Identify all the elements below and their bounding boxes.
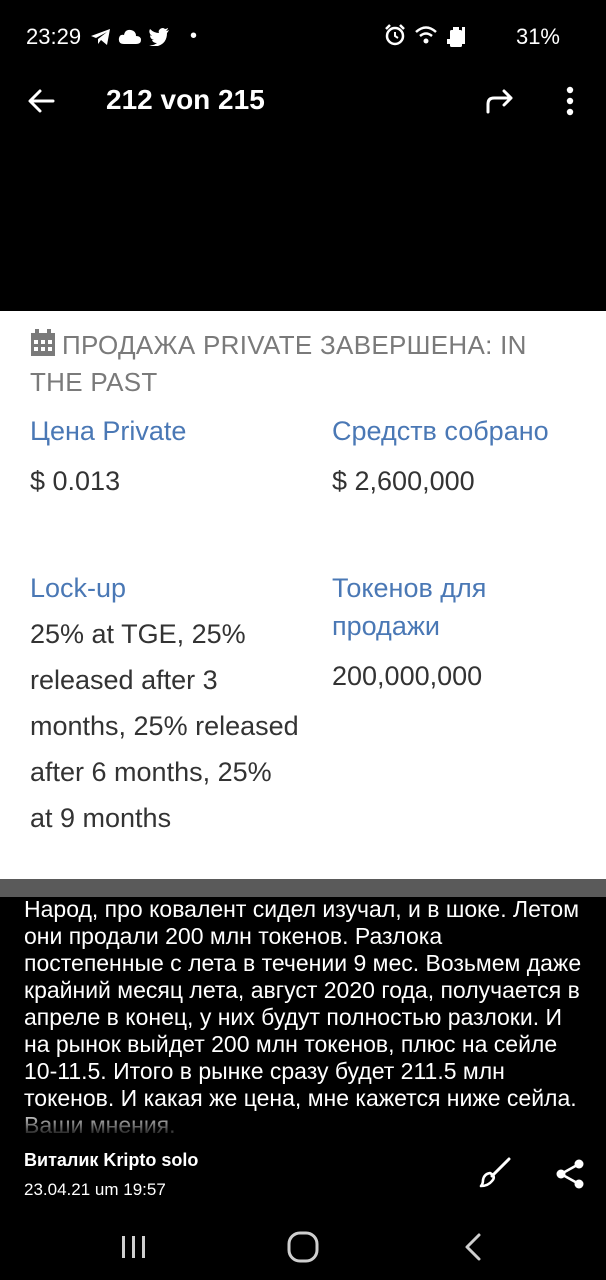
telegram-icon: [91, 28, 110, 45]
field-price: Цена Private $ 0.013: [30, 412, 300, 504]
calendar-icon: [31, 329, 55, 356]
page-counter-title: 212 von 215: [106, 84, 265, 115]
battery-percent: 31%: [515, 24, 560, 49]
share-forward-icon[interactable]: [484, 86, 516, 116]
field-raised: Средств собрано $ 2,600,000: [332, 412, 572, 504]
cloud-icon: [118, 29, 141, 44]
status-dot: •: [190, 25, 198, 47]
status-left-icons: •: [90, 25, 197, 48]
image-content: ПРОДАЖА PRIVATE ЗАВЕРШЕНА: IN THE PAST Ц…: [0, 311, 606, 879]
field-value: $ 2,600,000: [332, 466, 475, 496]
caption-fade: [0, 1110, 606, 1138]
field-value: 25% at TGE, 25% released after 3 months,…: [30, 619, 299, 833]
brush-icon[interactable]: [478, 1156, 512, 1190]
field-label: Средств собрано: [332, 416, 549, 446]
field-lockup: Lock-up 25% at TGE, 25% released after 3…: [30, 569, 300, 841]
nav-back-icon[interactable]: [460, 1232, 486, 1262]
field-label: Цена Private: [30, 416, 187, 446]
status-time: 23:29: [26, 24, 82, 49]
back-arrow-icon[interactable]: [26, 86, 56, 116]
image-bottom-strip: [0, 879, 606, 897]
share-icon[interactable]: [554, 1158, 586, 1190]
status-bar: 23:29 • 31%: [0, 0, 606, 72]
sale-status-heading: ПРОДАЖА PRIVATE ЗАВЕРШЕНА: IN THE PAST: [30, 327, 570, 401]
field-value: $ 0.013: [30, 466, 121, 496]
field-tokens-for-sale: Токенов для продажи 200,000,000: [332, 569, 572, 699]
battery-fill-icon: [450, 27, 462, 47]
twitter-icon: [149, 27, 169, 46]
sale-status-text: ПРОДАЖА PRIVATE ЗАВЕРШЕНА: IN THE PAST: [30, 330, 527, 397]
field-label: Lock-up: [30, 573, 127, 603]
wifi-icon: [415, 26, 437, 44]
recent-apps-icon[interactable]: [120, 1234, 148, 1260]
more-vert-icon[interactable]: [560, 84, 580, 118]
message-caption: Народ, про ковалент сидел изучал, и в шо…: [24, 896, 582, 1136]
system-nav-bar: [0, 1216, 606, 1280]
field-value: 200,000,000: [332, 661, 483, 691]
home-icon[interactable]: [286, 1230, 320, 1264]
alarm-icon: [385, 24, 405, 46]
app-bar: 212 von 215: [0, 72, 606, 132]
author-name: Виталик Kripto solo: [24, 1150, 199, 1170]
field-label: Токенов для продажи: [332, 573, 487, 641]
message-date: 23.04.21 um 19:57: [24, 1180, 166, 1199]
